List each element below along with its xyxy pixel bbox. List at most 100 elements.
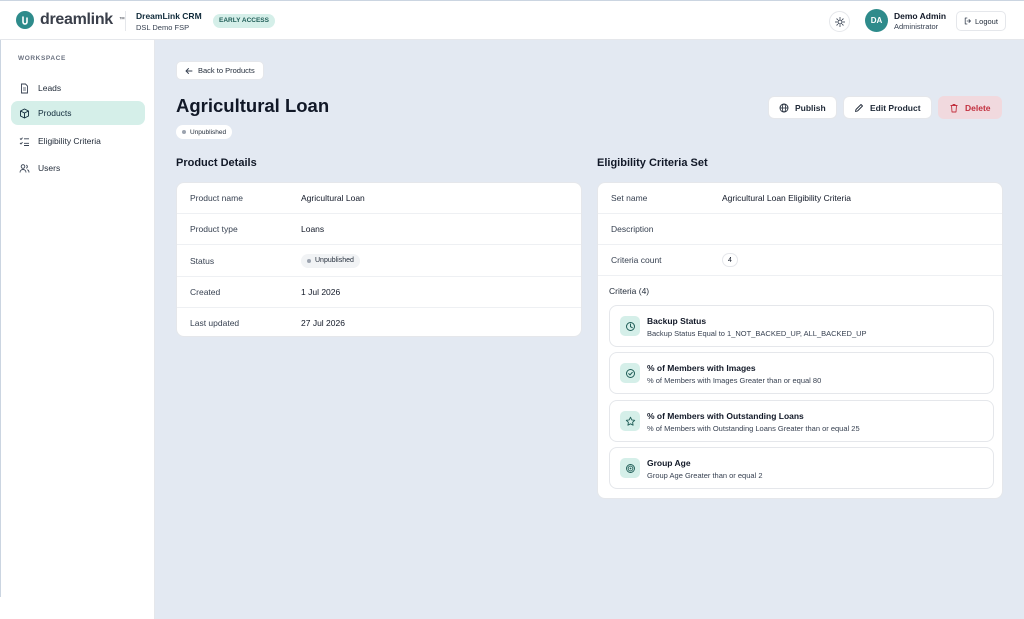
back-to-products-button[interactable]: Back to Products [176,61,264,80]
product-details-title: Product Details [176,157,257,169]
status-dot [307,258,311,263]
sun-icon [834,16,845,27]
brand-logo[interactable]: dreamlink ™ [16,11,125,29]
row-key: Description [611,224,654,234]
criterion-name: Group Age [647,458,691,468]
user-avatar[interactable]: DA [865,9,888,32]
logout-icon [964,17,971,25]
publish-button[interactable]: Publish [768,96,837,119]
table-row: Product type Loans [177,214,581,245]
row-key: Last updated [190,318,240,328]
document-icon [21,83,28,93]
criteria-set-title: Eligibility Criteria Set [597,157,708,169]
criterion-icon [620,316,640,336]
brand-name: dreamlink [40,11,113,28]
brand-tm: ™ [118,17,125,23]
table-row: Criteria count 4 [598,245,1002,276]
pencil-icon [855,103,863,112]
page-title: Agricultural Loan [176,95,330,116]
app-identity: DreamLink CRM DSL Demo FSP [136,11,202,32]
back-label: Back to Products [198,66,255,75]
criterion-card[interactable]: Backup Status Backup Status Equal to 1_N… [609,305,994,347]
criterion-card[interactable]: % of Members with Outstanding Loans % of… [609,400,994,442]
app-title: DreamLink CRM [136,11,202,21]
criteria-heading: Criteria (4) [609,286,650,296]
status-badge: Unpublished [301,253,360,268]
row-value: Unpublished [301,253,360,268]
criterion-icon [620,363,640,383]
criteria-count-badge: 4 [722,253,738,267]
table-row: Description [598,214,1002,245]
sidebar-edge [0,40,1,597]
criterion-description: % of Members with Images Greater than or… [647,376,822,385]
logo-mark-icon [16,11,34,29]
sidebar-item-eligibility-criteria[interactable]: Eligibility Criteria [11,129,145,153]
check-circle-icon [625,368,635,378]
status-badge: Unpublished [176,125,233,139]
row-value: Loans [301,224,325,234]
criterion-icon [620,411,640,431]
delete-label: Delete [965,102,991,113]
delete-button[interactable]: Delete [938,96,1002,119]
table-row: Product name Agricultural Loan [177,183,581,214]
criterion-card[interactable]: % of Members with Images % of Members wi… [609,352,994,394]
row-key: Created [190,287,221,297]
sidebar-item-label: Eligibility Criteria [38,136,101,146]
edit-product-button[interactable]: Edit Product [843,96,932,119]
row-value: 4 [722,253,738,267]
sidebar-section-label: WORKSPACE [18,55,66,62]
row-key: Product type [190,224,238,234]
status-dot [182,130,186,134]
criterion-description: % of Members with Outstanding Loans Grea… [647,424,860,433]
criteria-set-card: Set name Agricultural Loan Eligibility C… [597,182,1003,499]
row-key: Product name [190,193,243,203]
users-icon [19,163,30,173]
table-row: Created 1 Jul 2026 [177,277,581,308]
row-value: 27 Jul 2026 [301,318,345,328]
criterion-name: Backup Status [647,316,707,326]
star-icon [625,416,635,426]
row-key: Status [190,255,215,266]
status-label: Unpublished [190,128,227,136]
row-value: Agricultural Loan [301,193,365,203]
sidebar-item-leads[interactable]: Leads [11,76,145,100]
row-value: 1 Jul 2026 [301,287,341,297]
criterion-card[interactable]: Group Age Group Age Greater than or equa… [609,447,994,489]
table-row: Set name Agricultural Loan Eligibility C… [598,183,1002,214]
user-info: Demo Admin Administrator [894,11,946,31]
logout-label: Logout [975,16,998,26]
criterion-icon [620,458,640,478]
edit-product-label: Edit Product [870,102,921,113]
sidebar-item-label: Products [38,108,72,118]
logout-button[interactable]: Logout [956,11,1006,31]
row-key: Criteria count [611,255,662,265]
globe-icon [779,103,789,112]
publish-label: Publish [795,102,826,113]
table-row: Last updated 27 Jul 2026 [177,308,581,338]
status-label: Unpublished [315,257,354,264]
sidebar-item-label: Users [38,163,61,173]
table-row: Status Unpublished [177,245,581,277]
sidebar-item-products[interactable]: Products [11,101,145,125]
header-divider [125,11,126,31]
user-name: Demo Admin [894,11,947,21]
row-value: Agricultural Loan Eligibility Criteria [722,193,851,203]
user-role: Administrator [894,22,939,31]
early-access-badge: EARLY ACCESS [213,14,275,28]
criterion-description: Group Age Greater than or equal 2 [647,471,763,480]
trash-icon [950,103,958,112]
criterion-name: % of Members with Outstanding Loans [647,411,804,421]
arrow-left-icon [185,67,193,74]
box-icon [20,108,29,118]
app-subtitle: DSL Demo FSP [136,23,190,32]
theme-toggle-button[interactable] [829,11,850,32]
sidebar-item-label: Leads [38,83,62,93]
main-content: Back to Products Agricultural Loan Unpub… [155,40,1024,619]
criterion-name: % of Members with Images [647,363,756,373]
criterion-description: Backup Status Equal to 1_NOT_BACKED_UP, … [647,329,867,338]
product-details-card: Product name Agricultural Loan Product t… [176,182,582,337]
sidebar: WORKSPACE Leads Products Eligibility Cri… [0,40,155,619]
row-key: Set name [611,193,648,203]
clock-icon [625,321,635,331]
sidebar-item-users[interactable]: Users [11,156,145,180]
